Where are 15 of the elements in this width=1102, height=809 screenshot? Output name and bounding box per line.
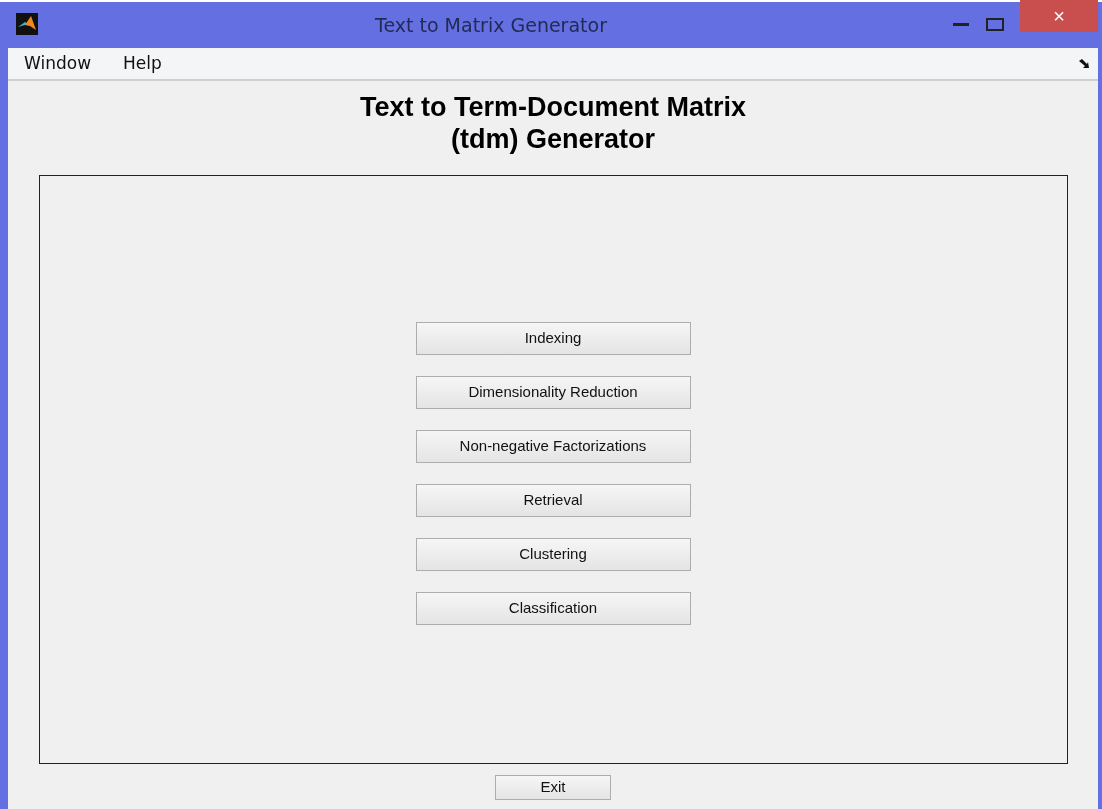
page-heading: Text to Term-Document Matrix <box>359 91 746 123</box>
menu-item[interactable]: Window <box>24 50 92 77</box>
page-heading: (tdm) Generator <box>449 123 656 155</box>
window-title: Text to Matrix Generator <box>374 12 608 38</box>
menu-button[interactable]: Clustering <box>415 538 691 571</box>
menu-button[interactable]: Classification <box>415 592 691 625</box>
dock-arrow-icon[interactable] <box>1078 58 1090 69</box>
menu-button[interactable]: Dimensionality Reduction <box>415 376 691 409</box>
menu-item[interactable]: Help <box>123 50 162 77</box>
close-button[interactable]: × <box>1020 0 1098 32</box>
menu-button[interactable]: Non-negative Factorizations <box>415 430 691 463</box>
app-logo-icon <box>16 11 38 33</box>
exit-button[interactable]: Exit <box>495 775 611 800</box>
menu-button[interactable]: Retrieval <box>415 484 691 517</box>
menu-button[interactable]: Indexing <box>415 322 691 355</box>
